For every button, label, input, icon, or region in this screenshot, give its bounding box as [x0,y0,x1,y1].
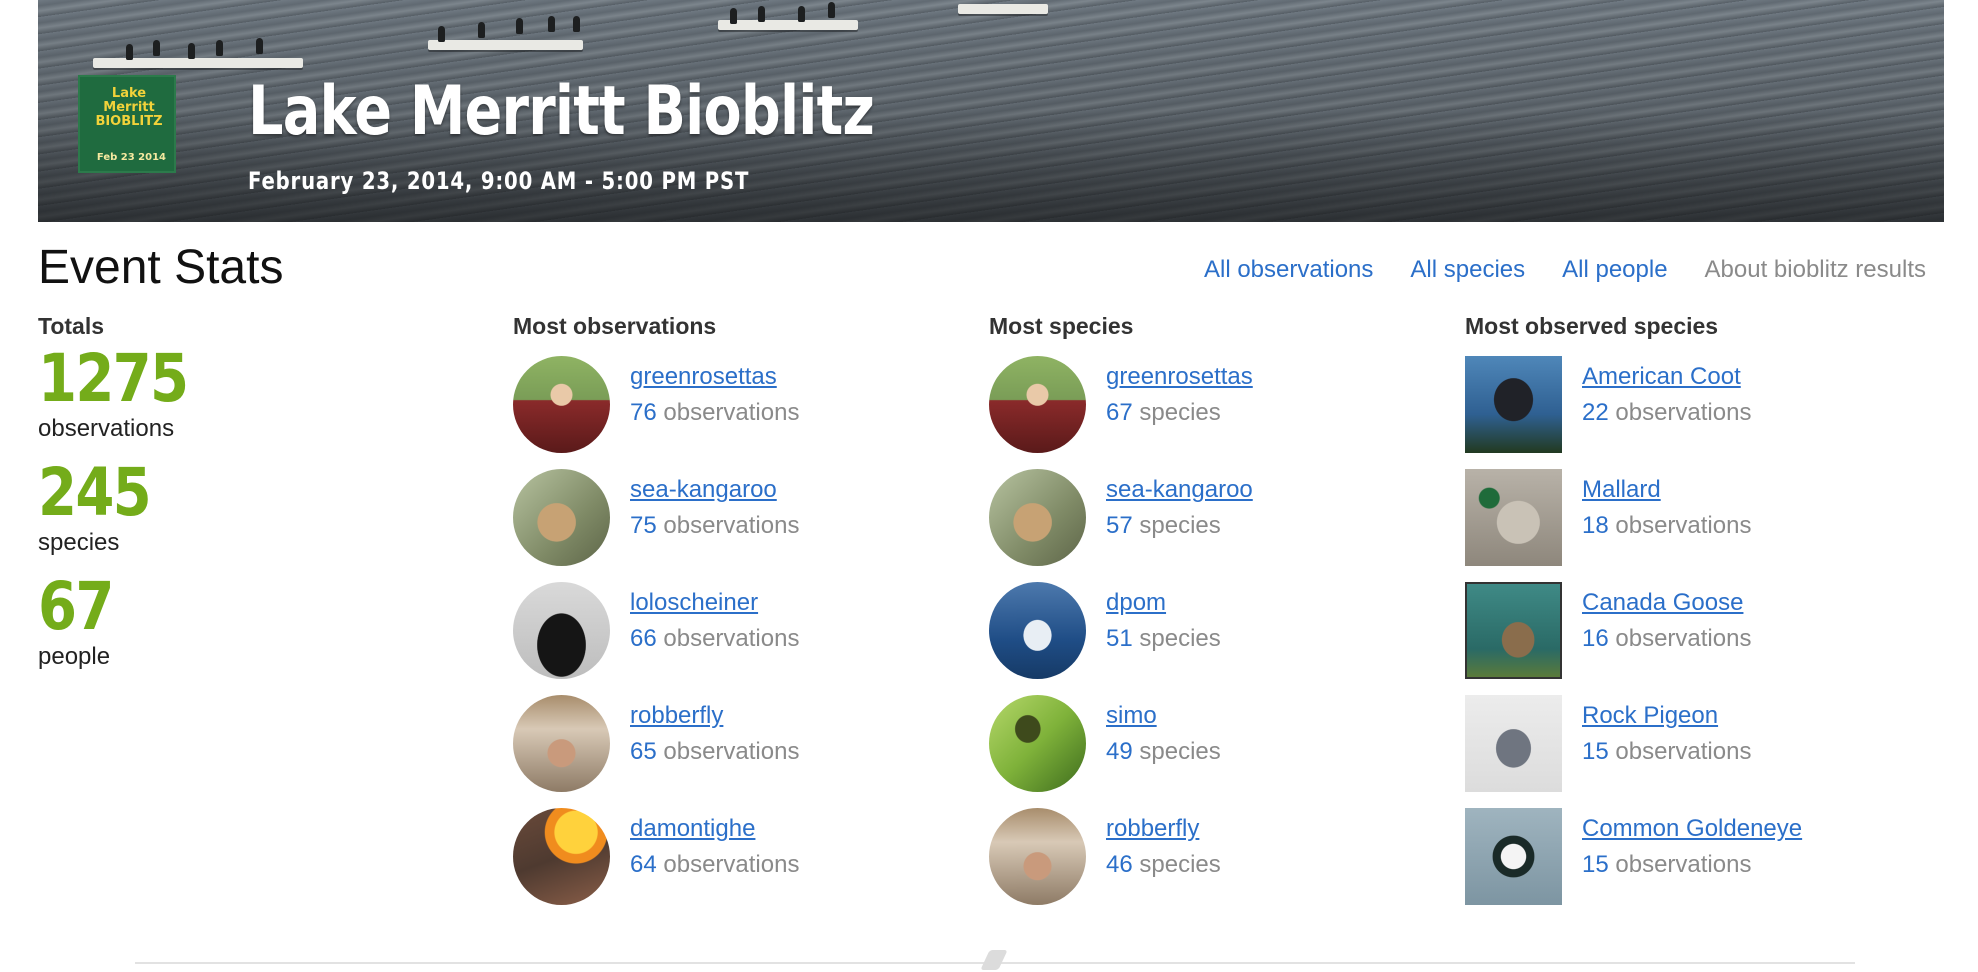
list-item: Mallard 18 observations [1465,469,1925,582]
all-observations-link[interactable]: All observations [1204,256,1373,284]
list-item: damontighe 64 observations [513,808,953,921]
bioblitz-logo: Lake Merritt BIOBLITZ Feb 23 2014 [78,75,176,173]
user-link[interactable]: greenrosettas [630,363,777,391]
about-bioblitz-results-link[interactable]: About bioblitz results [1705,256,1926,284]
stats-nav-links: All observations All species All people … [1204,256,1926,284]
list-item: sea-kangaroo 57 species [989,469,1429,582]
avatar[interactable] [513,695,610,792]
user-link[interactable]: damontighe [630,815,755,843]
list-item: dpom 51 species [989,582,1429,695]
banner-dock [93,58,303,68]
most-observed-species-heading: Most observed species [1465,313,1719,339]
total-species-label: species [38,529,120,556]
avatar[interactable] [513,356,610,453]
event-date: February 23, 2014, 9:00 AM - 5:00 PM PST [248,167,750,195]
avatar[interactable] [989,356,1086,453]
species-link[interactable]: Rock Pigeon [1582,702,1718,730]
most-observed-species-column: Most observed species American Coot 22 o… [1465,313,1925,921]
list-item: Rock Pigeon 15 observations [1465,695,1925,808]
most-species-heading: Most species [989,313,1134,339]
user-link[interactable]: greenrosettas [1106,363,1253,391]
user-link[interactable]: robberfly [1106,815,1199,843]
list-item: Canada Goose 16 observations [1465,582,1925,695]
avatar[interactable] [989,582,1086,679]
user-link[interactable]: sea-kangaroo [1106,476,1253,504]
avatar[interactable] [989,695,1086,792]
total-observations-label: observations [38,415,175,442]
species-photo[interactable] [1465,808,1562,905]
most-observations-heading: Most observations [513,313,717,339]
avatar[interactable] [989,469,1086,566]
list-item: loloscheiner 66 observations [513,582,953,695]
most-observations-column: Most observations greenrosettas 76 obser… [513,313,953,921]
total-species-value: 245 [38,454,152,531]
user-link[interactable]: dpom [1106,589,1166,617]
list-item: robberfly 65 observations [513,695,953,808]
list-item: simo 49 species [989,695,1429,808]
list-item: Common Goldeneye 15 observations [1465,808,1925,921]
user-link[interactable]: loloscheiner [630,589,758,617]
avatar[interactable] [513,469,610,566]
species-link[interactable]: American Coot [1582,363,1741,391]
list-item: American Coot 22 observations [1465,356,1925,469]
total-observations-value: 1275 [38,340,189,417]
banner-dock [718,20,858,30]
totals-column: Totals 1275 observations 245 species 67 … [38,313,214,685]
species-photo[interactable] [1465,695,1562,792]
species-link[interactable]: Mallard [1582,476,1661,504]
species-photo[interactable] [1465,469,1562,566]
list-item: greenrosettas 67 species [989,356,1429,469]
event-banner: Lake Merritt BIOBLITZ Feb 23 2014 Lake M… [38,0,1944,222]
avatar[interactable] [513,582,610,679]
species-photo[interactable] [1465,356,1562,453]
species-link[interactable]: Canada Goose [1582,589,1743,617]
user-link[interactable]: sea-kangaroo [630,476,777,504]
banner-dock [958,4,1048,14]
avatar[interactable] [513,808,610,905]
user-link[interactable]: simo [1106,702,1157,730]
all-people-link[interactable]: All people [1562,256,1667,284]
banner-dock [428,40,583,50]
divider-ornament [980,950,1008,970]
total-people-label: people [38,643,111,670]
totals-heading: Totals [38,313,105,339]
user-link[interactable]: robberfly [630,702,723,730]
page-title: Event Stats [38,241,284,294]
list-item: sea-kangaroo 75 observations [513,469,953,582]
most-species-column: Most species greenrosettas 67 species se… [989,313,1429,921]
species-link[interactable]: Common Goldeneye [1582,815,1802,843]
species-photo[interactable] [1465,582,1562,679]
event-title: Lake Merritt Bioblitz [248,72,875,151]
all-species-link[interactable]: All species [1410,256,1525,284]
total-people-value: 67 [38,568,114,645]
list-item: robberfly 46 species [989,808,1429,921]
list-item: greenrosettas 76 observations [513,356,953,469]
avatar[interactable] [989,808,1086,905]
